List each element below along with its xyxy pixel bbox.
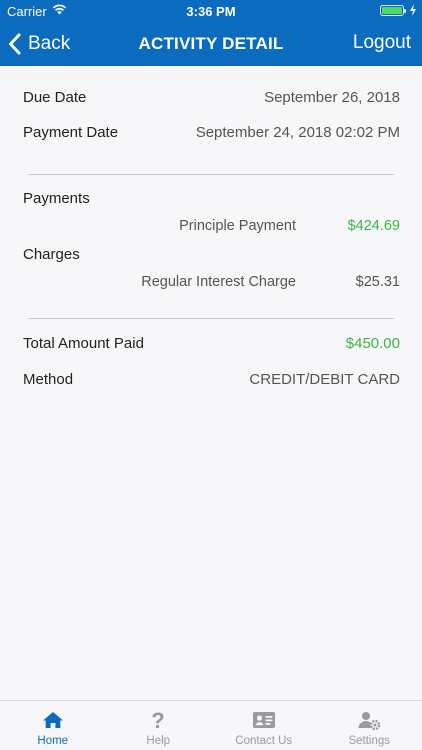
help-icon: ? <box>152 709 165 731</box>
method-row: Method CREDIT/DEBIT CARD <box>23 368 400 390</box>
logout-button[interactable]: Logout <box>353 32 411 54</box>
total-paid-row: Total Amount Paid $450.00 <box>23 332 400 354</box>
tab-help[interactable]: ? Help <box>106 701 212 750</box>
tab-contact-us-label: Contact Us <box>235 735 293 747</box>
method-value: CREDIT/DEBIT CARD <box>249 370 400 388</box>
status-bar: Carrier 3:36 PM <box>0 0 422 22</box>
navigation-bar: Back ACTIVITY DETAIL Logout <box>0 22 422 66</box>
total-paid-label: Total Amount Paid <box>23 334 144 352</box>
charge-line-item: Regular Interest Charge $25.31 <box>114 274 400 290</box>
status-time: 3:36 PM <box>186 4 236 19</box>
tab-settings[interactable]: Settings <box>317 701 422 750</box>
payment-date-row: Payment Date September 24, 2018 02:02 PM <box>23 121 400 143</box>
tab-home[interactable]: Home <box>0 701 106 750</box>
divider <box>28 318 394 319</box>
due-date-label: Due Date <box>23 88 87 106</box>
app-header: Carrier 3:36 PM Back ACTIVITY DETAIL Log… <box>0 0 422 66</box>
tab-settings-label: Settings <box>348 735 391 747</box>
tab-home-label: Home <box>37 735 69 747</box>
payment-date-value: September 24, 2018 02:02 PM <box>195 123 400 141</box>
payment-item-amount: $424.69 <box>347 218 400 234</box>
payment-date-label: Payment Date <box>23 123 119 141</box>
contact-card-icon <box>252 712 275 728</box>
tab-help-label: Help <box>146 735 171 747</box>
payment-line-item: Principle Payment $424.69 <box>114 218 400 234</box>
tab-contact-us[interactable]: Contact Us <box>211 701 317 750</box>
due-date-row: Due Date September 26, 2018 <box>23 86 400 108</box>
method-label: Method <box>23 370 74 388</box>
svg-text:?: ? <box>152 709 165 731</box>
charges-section-label: Charges <box>23 246 80 263</box>
total-paid-value: $450.00 <box>345 334 400 352</box>
payments-section-label: Payments <box>23 190 90 207</box>
user-settings-icon <box>358 712 381 731</box>
charge-item-amount: $25.31 <box>355 274 400 290</box>
tab-bar: Home ? Help Contact Us Settings <box>0 700 422 750</box>
charge-item-label: Regular Interest Charge <box>141 274 296 290</box>
home-icon <box>42 712 63 728</box>
charging-bolt-icon <box>410 4 416 16</box>
due-date-value: September 26, 2018 <box>264 88 400 106</box>
divider <box>28 174 394 175</box>
payment-item-label: Principle Payment <box>179 218 296 234</box>
battery-icon <box>380 5 406 16</box>
